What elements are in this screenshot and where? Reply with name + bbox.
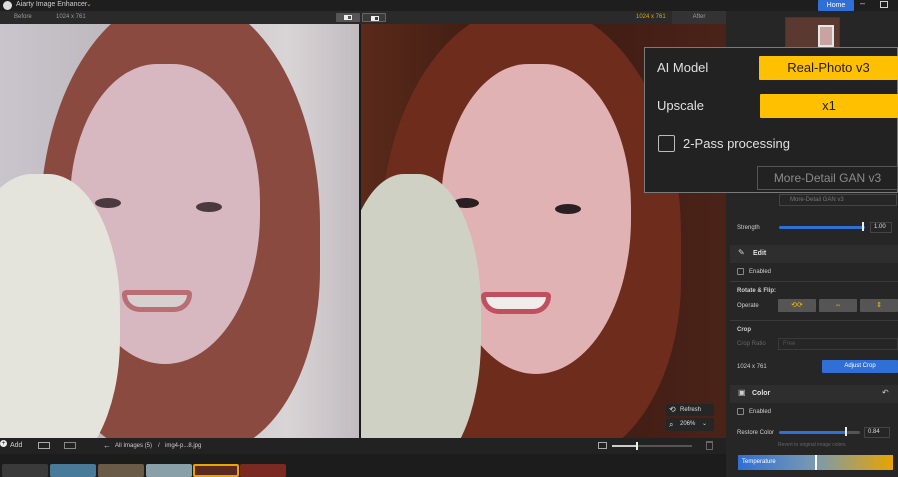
app-menu-chevron-icon[interactable]: ⌄: [86, 0, 92, 10]
ai-model-select[interactable]: Real-Photo v3: [759, 56, 898, 80]
chevron-down-icon: ⌄: [702, 421, 708, 427]
restore-color-slider-rest: [847, 431, 860, 434]
magnifier-icon: ⌕: [669, 420, 674, 429]
operate-label: Operate: [737, 303, 759, 309]
teddy-bear: [361, 174, 481, 438]
grid-view-icon[interactable]: [38, 442, 50, 449]
zoom-value: 206%: [680, 421, 696, 427]
flip-horizontal-button[interactable]: ⇔: [819, 299, 857, 312]
thumbnail[interactable]: [146, 464, 192, 477]
adjust-crop-button[interactable]: Adjust Crop: [822, 360, 898, 373]
restore-color-label: Restore Color: [737, 430, 775, 436]
split-view-button[interactable]: [336, 13, 360, 22]
edit-icon: ✎: [738, 248, 745, 257]
filmstrip-view-icon[interactable]: [64, 442, 76, 449]
thumbnail[interactable]: [98, 464, 144, 477]
color-title: Color: [752, 390, 771, 397]
two-pass-checkbox[interactable]: [658, 135, 675, 152]
side-by-side-view-button[interactable]: [362, 13, 386, 22]
back-arrow-icon[interactable]: ←: [103, 438, 111, 454]
restore-color-handle[interactable]: [845, 427, 847, 436]
right-eye: [555, 204, 581, 214]
strength-slider-handle[interactable]: [862, 222, 864, 231]
rotate-button[interactable]: ⟲⟳: [778, 299, 816, 312]
color-enabled-checkbox[interactable]: [737, 408, 744, 415]
app-logo-icon: [3, 1, 12, 10]
color-enabled-label: Enabled: [749, 409, 772, 415]
thumbnail[interactable]: [240, 464, 286, 477]
app-title: Aiarty Image Enhancer: [16, 1, 88, 8]
strength-label: Strength: [737, 225, 760, 231]
divider: [730, 281, 898, 282]
add-button[interactable]: Add: [10, 438, 22, 454]
crop-size: 1024 x 761: [737, 364, 767, 370]
restore-color-slider[interactable]: [779, 431, 847, 434]
strength-value[interactable]: 1.00: [870, 222, 892, 233]
edit-enabled-checkbox[interactable]: [737, 268, 744, 275]
refresh-icon: ⟲: [669, 405, 676, 414]
before-resolution: 1024 x 761: [56, 14, 86, 20]
side-by-side-icon: [371, 16, 379, 21]
crop-ratio-label: Crop Ratio: [737, 341, 766, 347]
reset-icon[interactable]: ↶: [882, 389, 889, 397]
revert-hint: Revert to original image colors: [778, 442, 846, 448]
thumbnail[interactable]: [2, 464, 48, 477]
title-bar: [0, 0, 898, 11]
mouth: [122, 290, 192, 312]
breadcrumb-separator: /: [158, 443, 160, 449]
thumbnail[interactable]: [50, 464, 96, 477]
crop-title: Crop: [737, 327, 751, 333]
mouth: [481, 292, 551, 314]
divider: [730, 320, 898, 321]
two-pass-label: 2-Pass processing: [683, 136, 790, 151]
breadcrumb-all-images[interactable]: All Images (5): [115, 438, 152, 454]
crop-ratio-select[interactable]: Free: [778, 338, 898, 350]
minimize-icon[interactable]: –: [860, 0, 865, 8]
trash-icon[interactable]: [706, 441, 713, 450]
color-icon: ▣: [738, 388, 746, 397]
zoom-slider-fill: [612, 445, 637, 447]
ai-model-label: AI Model: [657, 60, 709, 75]
upscale-select[interactable]: x1: [760, 94, 898, 118]
after-resolution: 1024 x 761: [636, 14, 666, 20]
right-eye: [196, 202, 222, 212]
image-icon: [598, 442, 607, 449]
upscale-label: Upscale: [657, 98, 704, 113]
edit-title: Edit: [753, 250, 767, 257]
home-button[interactable]: Home: [818, 0, 854, 11]
maximize-icon[interactable]: [880, 1, 888, 8]
rotate-flip-label: Rotate & Flip:: [737, 288, 776, 294]
edit-enabled-label: Enabled: [749, 269, 772, 275]
after-label: After: [672, 11, 726, 24]
navigator-viewport[interactable]: [818, 25, 834, 47]
flip-vertical-button[interactable]: ⇕: [860, 299, 898, 312]
temperature-handle[interactable]: [815, 455, 817, 470]
add-icon[interactable]: +: [0, 440, 7, 447]
thumbnail-selected[interactable]: [193, 464, 239, 477]
left-eye: [95, 198, 121, 208]
zoom-slider-handle[interactable]: [636, 442, 638, 450]
gan-model-select[interactable]: More-Detail GAN v3: [779, 194, 897, 206]
strength-slider[interactable]: [779, 226, 865, 229]
gan-model-dropdown[interactable]: More-Detail GAN v3: [757, 166, 898, 190]
before-image[interactable]: [0, 24, 359, 438]
breadcrumb-file: img4-p...8.jpg: [165, 443, 202, 449]
before-label: Before: [14, 14, 32, 20]
split-view-icon: [344, 15, 352, 20]
restore-color-value[interactable]: 0.84: [864, 427, 890, 438]
